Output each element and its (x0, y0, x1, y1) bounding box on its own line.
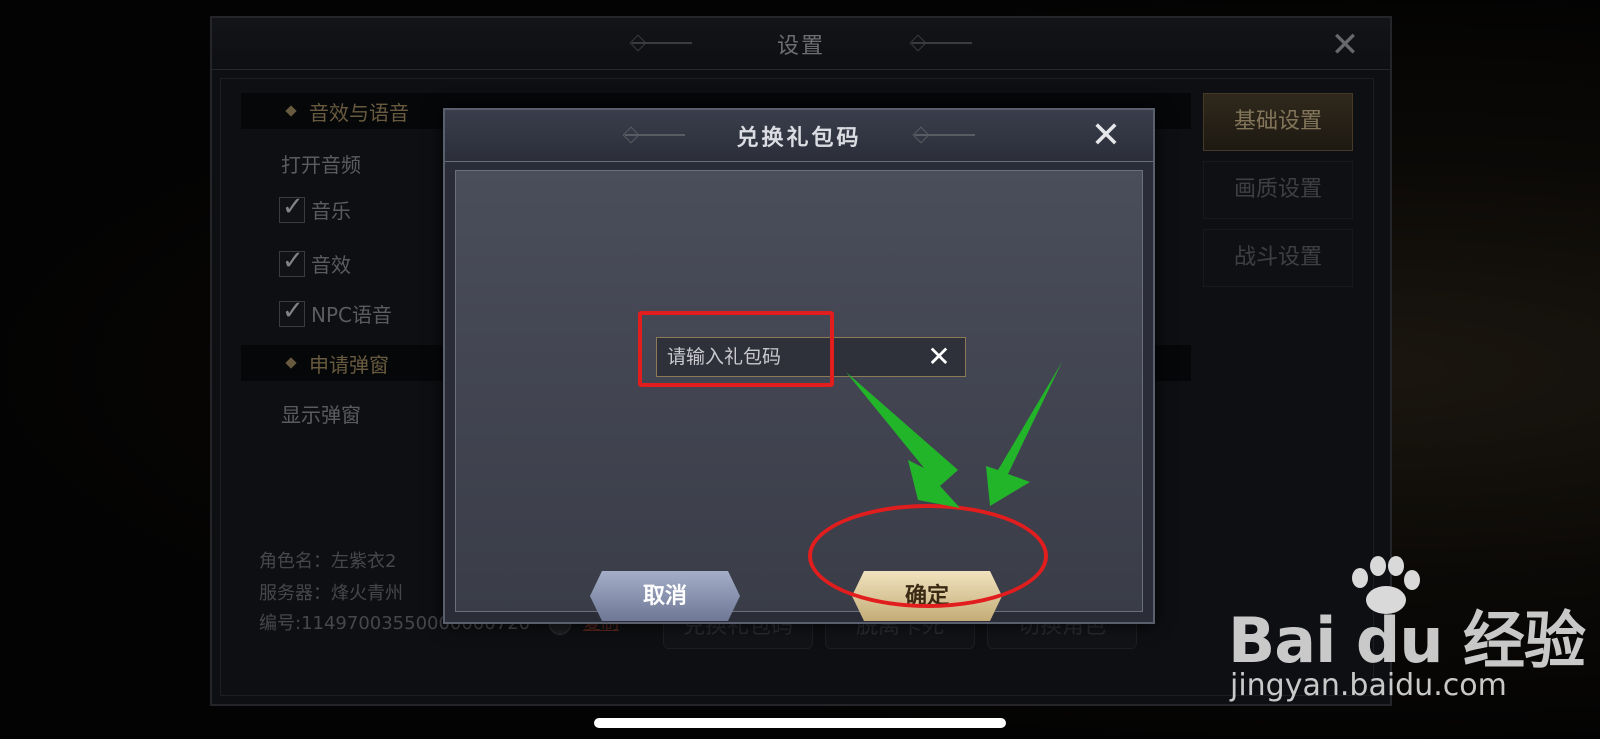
green-arrow-left-icon (846, 372, 960, 508)
green-arrow-right-icon (986, 362, 1062, 506)
baidu-watermark-url: jingyan.baidu.com (1230, 668, 1507, 703)
home-indicator[interactable] (594, 718, 1006, 728)
baidu-watermark-logo: Bai du 经验 (1228, 604, 1586, 677)
